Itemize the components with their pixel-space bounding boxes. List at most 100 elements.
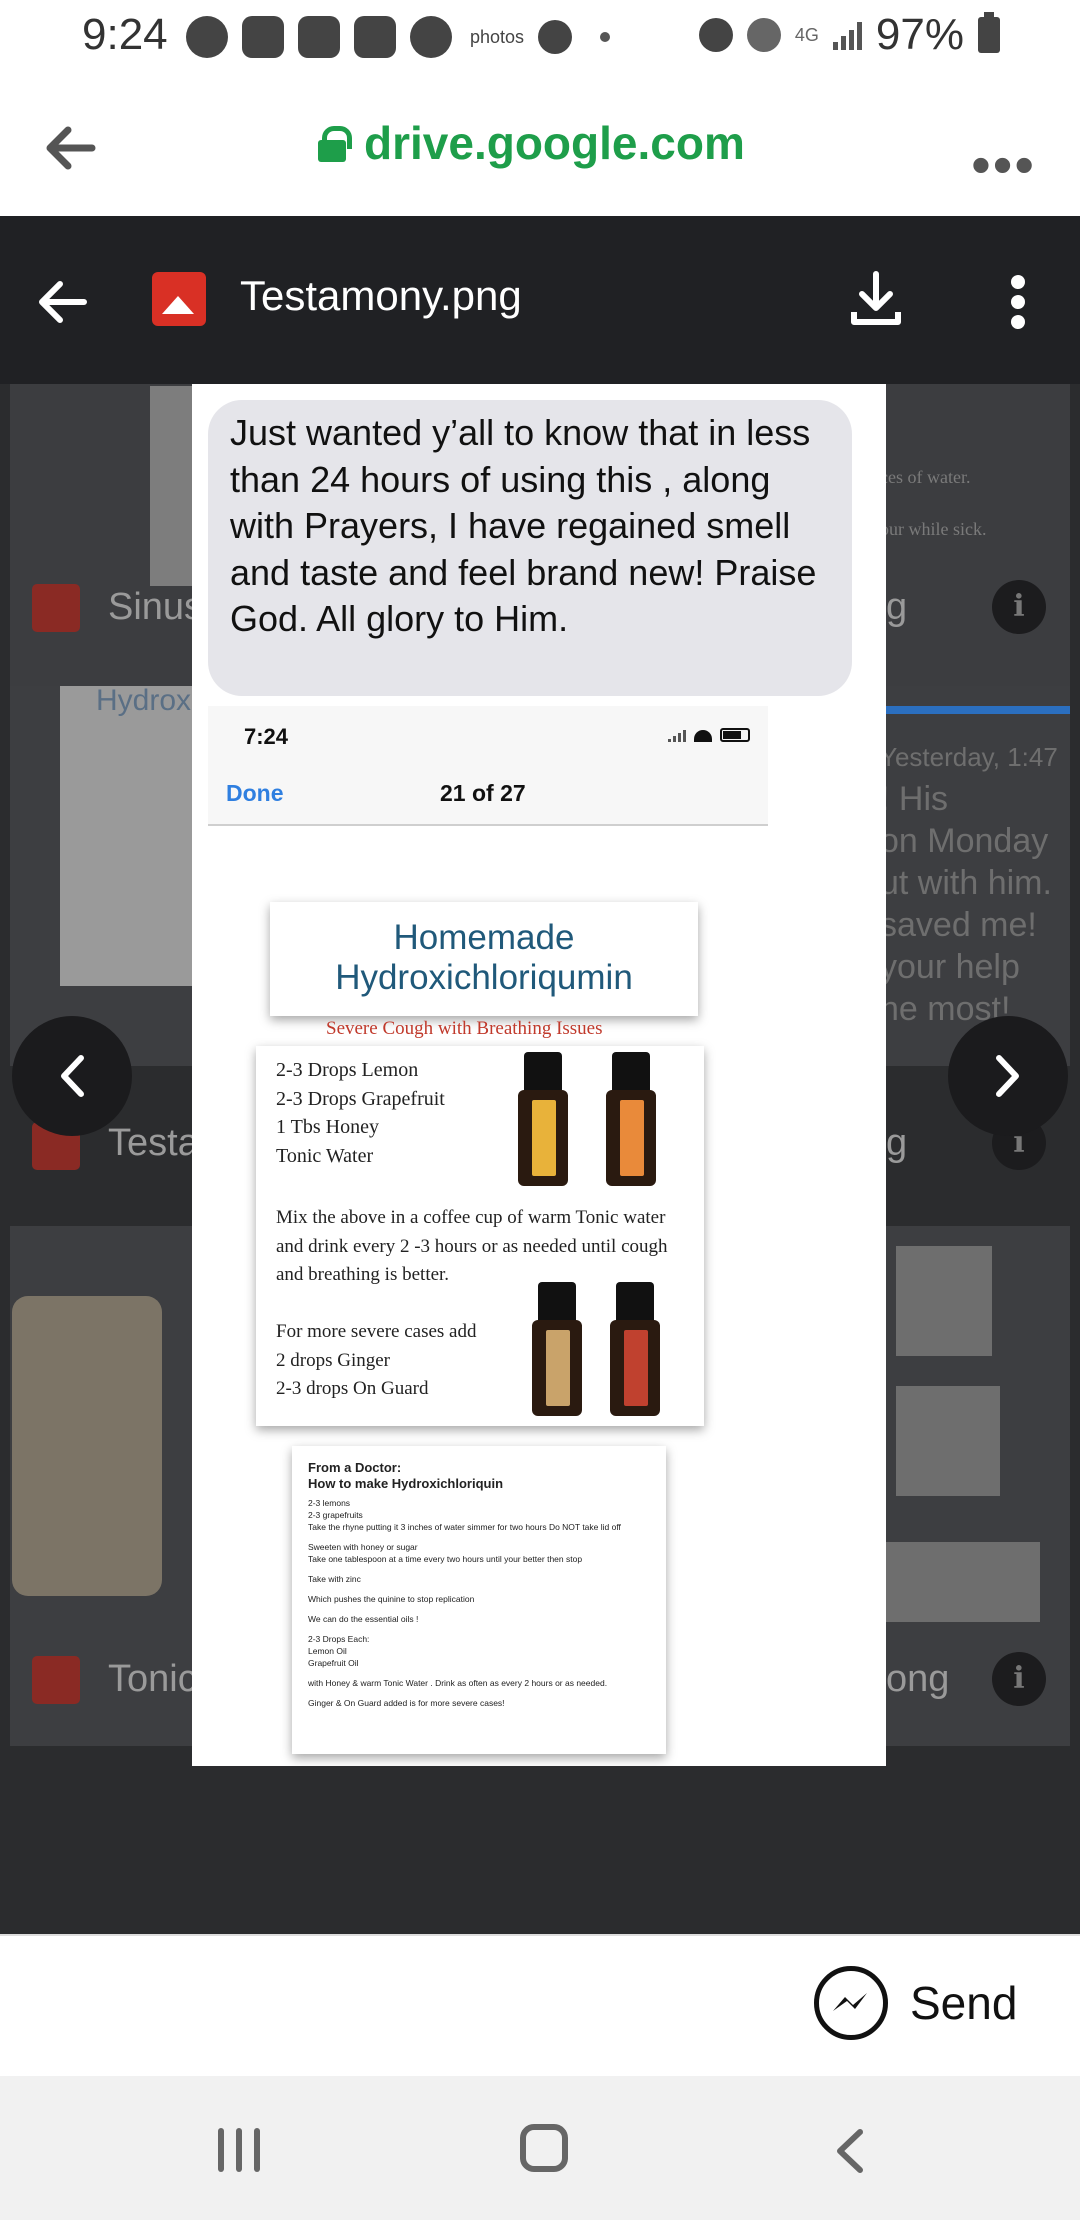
file-thumbnail-title: Hydrox [96,684,192,717]
send-button[interactable]: Send [814,1966,1017,2040]
back-arrow-icon[interactable] [40,118,100,178]
doctor-note-line: 2-3 Drops Each: [308,1634,370,1644]
ingredient-item: 2-3 Drops Lemon [276,1059,419,1081]
image-preview: Just wanted y’all to know that in less t… [192,384,886,1766]
background-text-line: our while sick. [880,519,987,539]
image-file-icon [32,1656,80,1704]
image-file-icon [152,272,206,326]
wifi-icon [694,730,712,742]
doctor-note-line: Which pushes the quinine to stop replica… [308,1594,475,1604]
doctor-note-line: Grapefruit Oil [308,1658,359,1668]
image-file-icon [32,584,80,632]
screenshot-phone-header: 7:24 Done 21 of 27 [208,706,768,826]
background-text-line: Yesterday, 1:47 [880,742,1058,772]
background-text-line: on Monday [880,822,1049,860]
doctor-note-card: From a Doctor: How to make Hydroxichlori… [292,1446,666,1754]
recipe-card: 2-3 Drops Lemon 2-3 Drops Grapefruit 1 T… [256,1046,704,1426]
on-guard-oil-bottle [610,1282,660,1416]
doctor-note-gap [308,1585,650,1593]
screenshot-time: 7:24 [244,724,289,749]
doctor-note-line: We can do the essential oils ! [308,1614,419,1624]
doctor-note-line: 2-3 lemons [308,1498,351,1508]
app-notification-icon [242,16,284,58]
ingredient-item: 1 Tbs Honey [276,1116,379,1138]
url-field[interactable]: drive.google.com [318,116,745,170]
chevron-right-icon [996,1055,1019,1097]
background-text-line: ut with him. [880,864,1052,902]
recent-apps-icon[interactable] [218,2128,260,2172]
severe-line: 2-3 drops On Guard [276,1378,429,1399]
check-notification-icon [410,16,452,58]
severe-line: For more severe cases add [276,1321,477,1342]
doctor-note-gap [308,1533,650,1541]
url-text: drive.google.com [364,117,745,169]
doctor-note-line: Lemon Oil [308,1646,347,1656]
alarm-icon [698,18,733,52]
battery-icon [978,12,1000,53]
system-back-icon[interactable] [830,2126,870,2176]
file-thumbnail [884,1542,1040,1622]
lock-icon [318,126,352,162]
doctor-note-lines: 2-3 lemons 2-3 grapefruits Take the rhyne … [308,1498,650,1709]
file-name-testamony: Testa [108,1122,199,1164]
info-icon[interactable]: i [992,580,1046,634]
home-icon[interactable] [520,2124,568,2172]
signal-icon [668,730,686,742]
file-name-suffix: g [886,1122,908,1164]
done-button: Done [226,780,284,806]
previous-image-button[interactable] [12,1016,132,1136]
file-name-tonic: Tonic [108,1658,197,1700]
doctor-note-line: 2-3 grapefruits [308,1510,363,1520]
network-type: 4G [794,24,819,45]
status-time: 9:24 [82,10,168,59]
doctor-note-line: Take with zinc [308,1574,361,1584]
more-options-icon[interactable]: ••• [971,132,1036,197]
file-thumbnail [60,686,200,986]
send-label: Send [910,1977,1018,2029]
chevron-left-icon [61,1055,84,1097]
doctor-note-gap [308,1669,650,1677]
system-navigation-bar [0,2076,1080,2220]
recipe-title: Homemade Hydroxichloriqumin [270,902,698,1016]
app-notification-icon [298,16,340,58]
file-thumbnail [896,1386,1000,1496]
background-text-line: ces of water. [880,467,971,487]
severe-line: 2 drops Ginger [276,1349,390,1371]
info-icon[interactable]: i [992,1652,1046,1706]
background-text-line: saved me! [880,906,1037,944]
page-counter: 21 of 27 [440,780,526,806]
download-icon[interactable] [848,268,904,328]
recipe-subtitle: Severe Cough with Breathing Issues [326,1018,603,1039]
background-text-line: your help [880,948,1020,986]
ingredient-item: Tonic Water [276,1144,374,1167]
system-status-icons: 4G 97% [698,10,1000,60]
file-thumbnail [896,1246,992,1356]
doctor-note-line: with Honey & warm Tonic Water . Drink as… [308,1678,608,1688]
drive-viewer: ces of water. our while sick. Sinus g i … [0,216,1080,1934]
back-arrow-icon[interactable] [34,274,90,330]
file-thumbnail [880,706,1070,714]
messenger-icon [814,1966,888,2040]
doctor-note-title: From a Doctor: [308,1460,402,1475]
viewer-header: Testamony.png [0,216,1080,384]
share-bar: Send [0,1934,1080,2076]
file-name-suffix: ong [886,1658,950,1700]
more-vert-icon[interactable] [1010,274,1026,330]
doctor-note-gap [308,1605,650,1613]
app-notification-icon [354,16,396,58]
doctor-note-gap [308,1689,650,1697]
doctor-note-line: Sweeten with honey or sugar [308,1542,418,1552]
status-bar: 9:24 photos 4G 97% [0,0,1080,76]
browser-toolbar: drive.google.com ••• [0,76,1080,216]
next-image-button[interactable] [948,1016,1068,1136]
doctor-note-line: Take one tablespoon at a time every two … [308,1554,583,1564]
battery-icon [720,728,750,742]
file-title: Testamony.png [240,272,522,319]
file-name-suffix: g [886,586,908,628]
more-notifications-dot [600,32,611,42]
screenshot-status-icons [668,728,750,742]
ginger-oil-bottle [532,1282,582,1416]
doctor-note-gap [308,1565,650,1573]
grapefruit-oil-bottle [606,1052,656,1186]
signal-icon [832,20,862,50]
